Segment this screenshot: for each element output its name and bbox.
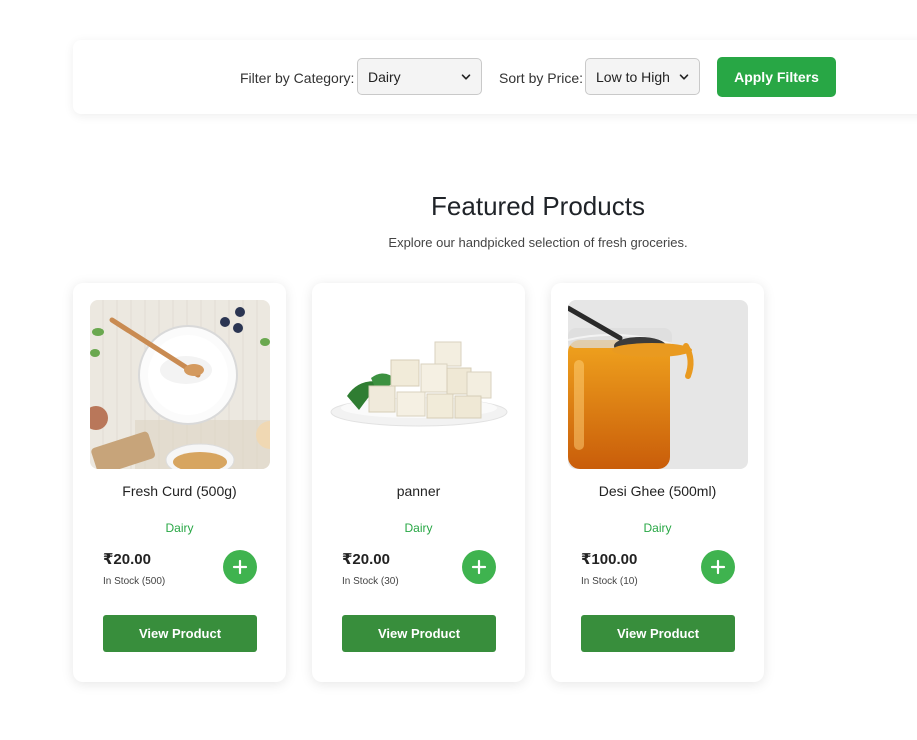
section-subtitle: Explore our handpicked selection of fres… [388,235,688,250]
sort-price-label: Sort by Price: [499,70,584,86]
product-stock: In Stock (30) [342,576,399,587]
chevron-down-icon [461,73,471,80]
sort-select[interactable]: Low to High [585,58,700,95]
plus-icon [471,559,487,575]
product-card: Desi Ghee (500ml) Dairy ₹100.00 In Stock… [551,283,764,682]
section-title: Featured Products [431,191,645,221]
category-select[interactable]: Dairy [357,58,482,95]
product-image[interactable] [568,300,748,469]
plus-icon [710,559,726,575]
product-image[interactable] [90,300,270,469]
filter-bar: Filter by Category: Dairy Sort by Price:… [73,40,917,114]
product-card: panner Dairy ₹20.00 In Stock (30) View P… [312,283,525,682]
product-name: panner [396,483,441,499]
product-category: Dairy [643,521,672,535]
category-select-value: Dairy [368,68,401,85]
product-name: Desi Ghee (500ml) [598,483,717,499]
product-name: Fresh Curd (500g) [122,483,237,499]
chevron-down-icon [679,73,689,80]
plus-icon [232,559,248,575]
product-card: Fresh Curd (500g) Dairy ₹20.00 In Stock … [73,283,286,682]
apply-filters-button[interactable]: Apply Filters [717,57,836,97]
page: Filter by Category: Dairy Sort by Price:… [0,0,917,740]
add-to-cart-button[interactable] [223,550,257,584]
add-to-cart-button[interactable] [701,550,735,584]
product-stock: In Stock (500) [103,576,166,587]
category-filter-label: Filter by Category: [240,70,355,86]
product-category: Dairy [165,521,194,535]
sort-select-value: Low to High [596,68,670,85]
curd-bowl-image [90,300,270,469]
ghee-jar-image [568,300,748,469]
add-to-cart-button[interactable] [462,550,496,584]
view-product-button[interactable]: View Product [581,615,735,652]
product-image[interactable] [329,300,509,469]
product-stock: In Stock (10) [581,576,638,587]
product-category: Dairy [404,521,433,535]
product-price: ₹20.00 [103,551,151,568]
product-price: ₹100.00 [581,551,638,568]
view-product-button[interactable]: View Product [342,615,496,652]
paneer-cubes-image [329,300,509,469]
view-product-button[interactable]: View Product [103,615,257,652]
product-price: ₹20.00 [342,551,390,568]
